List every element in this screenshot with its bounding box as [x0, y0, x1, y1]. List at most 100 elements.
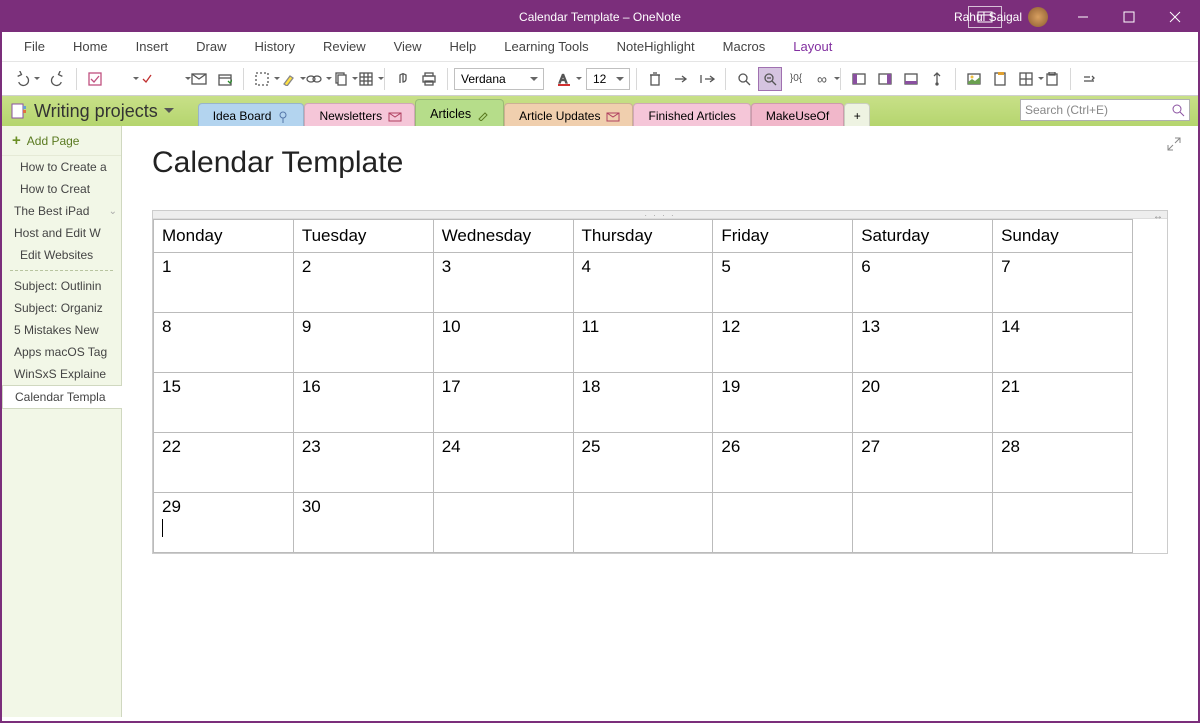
dock-bottom-button[interactable]	[899, 67, 923, 91]
calendar-cell[interactable]: 29	[154, 493, 294, 553]
calendar-cell[interactable]	[573, 493, 713, 553]
calendar-cell[interactable]: 7	[993, 253, 1133, 313]
calendar-cell[interactable]: 24	[433, 433, 573, 493]
menu-notehighlight[interactable]: NoteHighlight	[605, 35, 707, 58]
calendar-cell[interactable]: 27	[853, 433, 993, 493]
calendar-cell[interactable]: 19	[713, 373, 853, 433]
menu-help[interactable]: Help	[438, 35, 489, 58]
calendar-cell[interactable]: 28	[993, 433, 1133, 493]
infinity-button[interactable]: ∞	[810, 67, 834, 91]
move-right-button[interactable]	[669, 67, 693, 91]
meeting-button[interactable]	[213, 67, 237, 91]
page-item[interactable]: The Best iPad⌄	[2, 200, 121, 222]
container-handle[interactable]: · · · ·↔	[153, 211, 1167, 219]
calendar-cell[interactable]: 9	[293, 313, 433, 373]
calendar-cell[interactable]: 8	[154, 313, 294, 373]
calendar-header[interactable]: Sunday	[993, 220, 1133, 253]
redo-button[interactable]	[46, 67, 70, 91]
calendar-table[interactable]: MondayTuesdayWednesdayThursdayFridaySatu…	[153, 219, 1133, 553]
close-button[interactable]	[1152, 2, 1198, 32]
minimize-button[interactable]	[1060, 2, 1106, 32]
calendar-cell[interactable]: 2	[293, 253, 433, 313]
email-page-button[interactable]	[187, 67, 211, 91]
maximize-button[interactable]	[1106, 2, 1152, 32]
page-title[interactable]: Calendar Template	[152, 146, 1168, 180]
ribbon-options-button[interactable]	[968, 6, 1002, 28]
overflow-button[interactable]	[1077, 67, 1101, 91]
outlook-task-button[interactable]	[135, 67, 159, 91]
zoom-button[interactable]	[732, 67, 756, 91]
link-button[interactable]	[302, 67, 326, 91]
calendar-cell[interactable]: 21	[993, 373, 1133, 433]
dock-left-button[interactable]	[847, 67, 871, 91]
calendar-header[interactable]: Tuesday	[293, 220, 433, 253]
highlight-button[interactable]	[276, 67, 300, 91]
todo-tag-button[interactable]	[83, 67, 107, 91]
calendar-cell[interactable]: 17	[433, 373, 573, 433]
page-item[interactable]: Subject: Outlinin	[2, 275, 121, 297]
page-item[interactable]: WinSxS Explaine	[2, 363, 121, 385]
page-item[interactable]: Subject: Organiz	[2, 297, 121, 319]
page-item[interactable]: 5 Mistakes New	[2, 319, 121, 341]
page-width-button[interactable]: }0{	[784, 67, 808, 91]
calendar-cell[interactable]: 26	[713, 433, 853, 493]
calendar-cell[interactable]: 11	[573, 313, 713, 373]
menu-view[interactable]: View	[382, 35, 434, 58]
calendar-header[interactable]: Friday	[713, 220, 853, 253]
notebook-selector[interactable]: Writing projects	[10, 101, 188, 122]
section-tab-finished-articles[interactable]: Finished Articles	[633, 103, 750, 127]
calendar-cell[interactable]: 4	[573, 253, 713, 313]
calendar-header[interactable]: Saturday	[853, 220, 993, 253]
delete-button[interactable]	[643, 67, 667, 91]
add-page-button[interactable]: + Add Page	[2, 126, 121, 156]
section-tab-makeuseof[interactable]: MakeUseOf	[751, 103, 844, 127]
calendar-cell[interactable]	[993, 493, 1133, 553]
calendar-cell[interactable]: 1	[154, 253, 294, 313]
font-family-select[interactable]: Verdana	[454, 68, 544, 90]
calendar-cell[interactable]: 5	[713, 253, 853, 313]
menu-file[interactable]: File	[12, 35, 57, 58]
calendar-cell[interactable]: 25	[573, 433, 713, 493]
picture-button[interactable]	[962, 67, 986, 91]
menu-history[interactable]: History	[243, 35, 307, 58]
section-tab-newsletters[interactable]: Newsletters	[304, 103, 415, 127]
calendar-cell[interactable]: 30	[293, 493, 433, 553]
calendar-cell[interactable]	[853, 493, 993, 553]
calendar-header[interactable]: Thursday	[573, 220, 713, 253]
calendar-cell[interactable]	[713, 493, 853, 553]
font-color-button[interactable]: A	[552, 67, 576, 91]
section-tab-articles[interactable]: Articles	[415, 99, 504, 127]
expand-icon[interactable]	[1166, 136, 1182, 152]
spreadsheet-button[interactable]	[1014, 67, 1038, 91]
menu-learning-tools[interactable]: Learning Tools	[492, 35, 600, 58]
page-item[interactable]: Calendar Templa	[2, 385, 122, 409]
calendar-cell[interactable]: 18	[573, 373, 713, 433]
indent-button[interactable]	[695, 67, 719, 91]
undo-button[interactable]	[10, 67, 34, 91]
menu-draw[interactable]: Draw	[184, 35, 238, 58]
calendar-container[interactable]: · · · ·↔ MondayTuesdayWednesdayThursdayF…	[152, 210, 1168, 554]
font-size-select[interactable]: 12	[586, 68, 630, 90]
calendar-cell[interactable]: 16	[293, 373, 433, 433]
tags-dropdown[interactable]	[109, 67, 133, 91]
calendar-cell[interactable]: 20	[853, 373, 993, 433]
page-item[interactable]: Edit Websites	[2, 244, 121, 266]
task-dropdown[interactable]	[161, 67, 185, 91]
calendar-cell[interactable]	[433, 493, 573, 553]
page-content[interactable]: Calendar Template · · · ·↔ MondayTuesday…	[122, 126, 1198, 717]
calendar-header[interactable]: Monday	[154, 220, 294, 253]
calendar-cell[interactable]: 22	[154, 433, 294, 493]
clipboard-button[interactable]	[1040, 67, 1064, 91]
copy-button[interactable]	[328, 67, 352, 91]
always-on-top-button[interactable]	[925, 67, 949, 91]
calendar-cell[interactable]: 15	[154, 373, 294, 433]
calendar-cell[interactable]: 6	[853, 253, 993, 313]
calendar-cell[interactable]: 13	[853, 313, 993, 373]
calendar-cell[interactable]: 3	[433, 253, 573, 313]
page-item[interactable]: How to Create a	[2, 156, 121, 178]
menu-layout[interactable]: Layout	[781, 35, 844, 58]
calendar-header[interactable]: Wednesday	[433, 220, 573, 253]
calendar-cell[interactable]: 23	[293, 433, 433, 493]
table-button[interactable]	[354, 67, 378, 91]
file-button[interactable]	[988, 67, 1012, 91]
